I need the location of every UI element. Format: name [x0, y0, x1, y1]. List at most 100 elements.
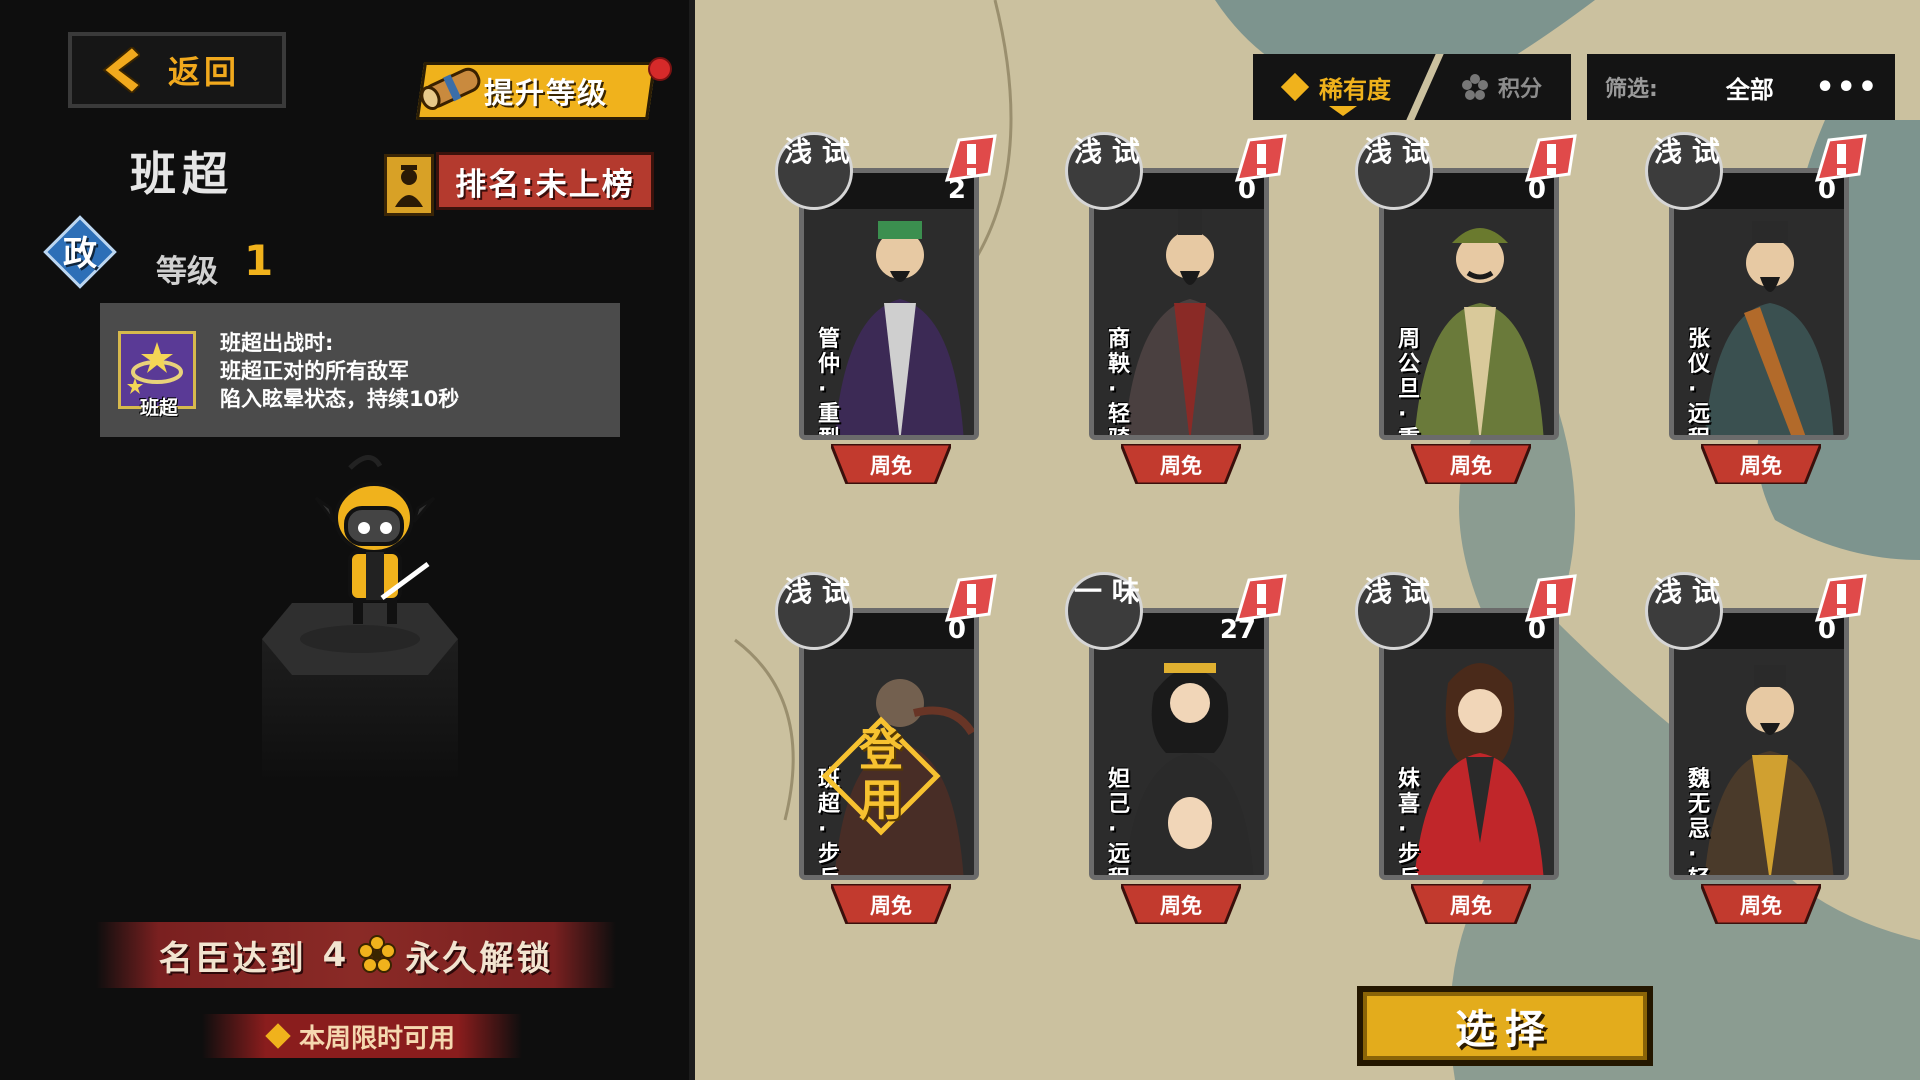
hero-card-name: 商鞅·轻骑 [1108, 327, 1131, 440]
weekly-free-label: 周免 [1160, 454, 1202, 478]
weekly-free-label: 周免 [1160, 894, 1202, 918]
hero-card[interactable]: 0 张仪·远程 浅 试 周免 [1645, 126, 1867, 496]
hero-detail-panel: 返回 提升等级 班超 排名:未上榜 政 等级 1 班超 班超出战时: 班超正对的… [0, 0, 695, 1080]
rarity-seal: 浅 试 [1645, 132, 1723, 210]
hero-card[interactable]: 2 管仲·重型 浅 试 周免 [775, 126, 997, 496]
back-button[interactable]: 返回 [68, 32, 286, 108]
rarity-seal-text: 浅 试 [784, 575, 850, 608]
class-badge: 政 [43, 215, 117, 289]
hero-card[interactable]: 0 魏无忌·轻骑 浅 试 周免 [1645, 566, 1867, 936]
unlock-count: 4 [322, 935, 350, 975]
hero-card-name: 管仲·重型 [818, 327, 841, 440]
weekly-free-label: 周免 [870, 454, 912, 478]
weekly-free-badge: 周免 [1698, 442, 1824, 486]
card-frame: 0 周公旦·重型 [1379, 168, 1559, 440]
card-frame: 0 魏无忌·轻骑 [1669, 608, 1849, 880]
rarity-seal-text: 浅 试 [1654, 575, 1720, 608]
weekly-free-badge: 周免 [1118, 882, 1244, 926]
filter-label: 筛选: [1605, 77, 1658, 102]
rank-badge[interactable]: 排名:未上榜 [436, 152, 654, 210]
skill-stun-icon[interactable]: 班超 [118, 331, 196, 419]
hero-card-name: 张仪·远程 [1688, 327, 1711, 440]
filter-value: 全部 [1725, 75, 1774, 104]
weekly-free-badge: 周免 [1408, 882, 1534, 926]
diamond-icon [265, 1023, 291, 1049]
hero-card-name: 妺喜·步兵 [1398, 767, 1421, 880]
hero-selection-panel: 稀有度 积分 筛选: 全部 ••• 2 管仲·重型 浅 试 周免 0 商鞅·轻骑… [695, 0, 1920, 1080]
tab-rarity-label: 稀有度 [1319, 75, 1391, 104]
tab-score[interactable]: 积分 [1433, 54, 1571, 120]
tab-score-label: 积分 [1497, 77, 1542, 102]
scroll-icon [420, 67, 481, 111]
alert-icon [1815, 574, 1867, 622]
hero-card[interactable]: 0 妺喜·步兵 浅 试 周免 [1355, 566, 1577, 936]
hero-card-name: 魏无忌·轻骑 [1688, 767, 1711, 880]
card-frame: 2 管仲·重型 [799, 168, 979, 440]
rarity-seal: 浅 试 [775, 572, 853, 650]
card-frame: 27 妲己·远程 [1089, 608, 1269, 880]
rarity-seal: 浅 试 [1355, 132, 1433, 210]
rarity-seal: 一 味 [1065, 572, 1143, 650]
alert-icon [1525, 134, 1577, 182]
weekly-free-label: 周免 [870, 894, 912, 918]
alert-icon [1235, 574, 1287, 622]
rank-label: 排名:未上榜 [455, 166, 635, 203]
notification-dot [648, 57, 672, 81]
level-value: 1 [244, 236, 274, 285]
hero-chibi-sprite [314, 455, 436, 624]
sort-tabs: 稀有度 积分 [1253, 54, 1571, 120]
rarity-seal-text: 浅 试 [1074, 135, 1140, 168]
rank-portrait-icon [384, 154, 434, 216]
limited-time-label: 本周限时可用 [202, 1014, 522, 1058]
skill-text: 班超出战时: 班超正对的所有敌军 陷入眩晕状态，持续10秒 [220, 329, 459, 413]
skill-icon-caption: 班超 [139, 397, 178, 419]
select-button[interactable]: 选择 [1357, 986, 1653, 1066]
rarity-seal-text: 浅 试 [1364, 135, 1430, 168]
deployed-badge: 登用 [821, 716, 941, 836]
more-options-icon[interactable]: ••• [1815, 70, 1879, 105]
weekly-free-badge: 周免 [828, 442, 954, 486]
hero-card[interactable]: 27 妲己·远程 一 味 周免 [1065, 566, 1287, 936]
unlock-suffix: 永久解锁 [405, 938, 554, 979]
weekly-free-badge: 周免 [1118, 442, 1244, 486]
select-label: 选择 [1455, 1007, 1555, 1053]
hero-card[interactable]: 0 商鞅·轻骑 浅 试 周免 [1065, 126, 1287, 496]
weekly-free-label: 周免 [1450, 454, 1492, 478]
limited-text: 本周限时可用 [298, 1023, 455, 1054]
rarity-seal-text: 浅 试 [784, 135, 850, 168]
unlock-condition-banner: 名臣达到 4 永久解锁 [96, 922, 616, 988]
filter-dropdown[interactable]: 筛选: 全部 ••• [1587, 54, 1895, 120]
hero-card[interactable]: 0 周公旦·重型 浅 试 周免 [1355, 126, 1577, 496]
card-frame: 0 妺喜·步兵 [1379, 608, 1559, 880]
rarity-seal-text: 浅 试 [1654, 135, 1720, 168]
card-frame: 0 张仪·远程 [1669, 168, 1849, 440]
caret-down-icon [1329, 106, 1357, 116]
back-label: 返回 [168, 53, 241, 91]
chevron-left-icon [102, 47, 140, 93]
upgrade-label: 提升等级 [483, 76, 608, 110]
skill-line: 陷入眩晕状态，持续10秒 [220, 387, 460, 411]
rarity-seal: 浅 试 [1065, 132, 1143, 210]
hero-card[interactable]: 0 班超·步兵 登用 浅 试 周免 [775, 566, 997, 936]
hero-card-name: 妲己·远程 [1108, 767, 1131, 880]
skill-line: 班超出战时: [220, 331, 334, 355]
skill-description-box: 班超 班超出战时: 班超正对的所有敌军 陷入眩晕状态，持续10秒 [100, 303, 620, 437]
level-label: 等级 [156, 254, 218, 290]
weekly-free-badge: 周免 [1698, 882, 1824, 926]
deployed-label: 登用 [859, 725, 903, 826]
alert-icon [945, 574, 997, 622]
weekly-free-badge: 周免 [828, 882, 954, 926]
tab-rarity[interactable]: 稀有度 [1253, 54, 1423, 120]
rarity-seal-text: 一 味 [1074, 575, 1140, 608]
rarity-seal: 浅 试 [1645, 572, 1723, 650]
card-frame: 0 商鞅·轻骑 [1089, 168, 1269, 440]
alert-icon [1815, 134, 1867, 182]
flower-icon [358, 935, 397, 973]
weekly-free-label: 周免 [1740, 454, 1782, 478]
flower-icon [1461, 74, 1488, 100]
alert-icon [945, 134, 997, 182]
alert-icon [1235, 134, 1287, 182]
rarity-seal-text: 浅 试 [1364, 575, 1430, 608]
weekly-free-badge: 周免 [1408, 442, 1534, 486]
diamond-icon [1280, 72, 1310, 102]
